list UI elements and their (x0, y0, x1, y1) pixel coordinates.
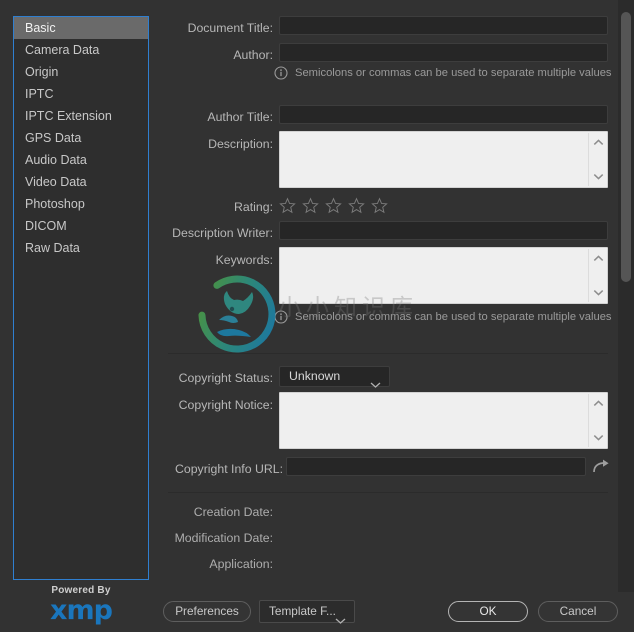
preferences-button[interactable]: Preferences (163, 601, 251, 622)
keywords-hint: Semicolons or commas can be used to sepa… (274, 310, 612, 324)
keywords-hint-text: Semicolons or commas can be used to sepa… (295, 311, 612, 323)
template-menu-label: Template F... (269, 604, 336, 618)
sidebar-item-raw-data[interactable]: Raw Data (14, 237, 148, 259)
template-menu-button[interactable]: Template F... (259, 600, 355, 624)
sidebar-item-photoshop[interactable]: Photoshop (14, 193, 148, 215)
main-scrollbar[interactable] (618, 0, 634, 592)
sidebar-item-label: Photoshop (25, 197, 85, 211)
sidebar-item-iptc-extension[interactable]: IPTC Extension (14, 105, 148, 127)
sidebar-item-label: GPS Data (25, 131, 82, 145)
author-hint: Semicolons or commas can be used to sepa… (274, 66, 612, 80)
cancel-button[interactable]: Cancel (538, 601, 618, 622)
description-scrollbar[interactable] (588, 133, 606, 186)
sidebar-item-label: Basic (25, 21, 56, 35)
dialog-button-bar: Preferences Template F... OK Cancel (155, 592, 634, 632)
sidebar-item-label: Camera Data (25, 43, 100, 57)
copyright-info-url-input[interactable] (286, 457, 586, 476)
sidebar-item-label: IPTC Extension (25, 109, 112, 123)
document-title-input[interactable] (279, 16, 608, 35)
section-divider (168, 492, 608, 493)
copyright-info-url-label: Copyright Info URL: (175, 462, 283, 476)
sidebar-item-label: Audio Data (25, 153, 87, 167)
author-title-label: Author Title: (207, 110, 273, 124)
star-icon[interactable] (279, 197, 296, 214)
author-title-input[interactable] (279, 105, 608, 124)
chevron-up-icon[interactable] (593, 139, 604, 146)
info-icon (274, 66, 288, 80)
category-sidebar[interactable]: Basic Camera Data Origin IPTC IPTC Exten… (13, 16, 149, 580)
form-fields: Document Title: Author: Semicolons or co… (155, 0, 617, 592)
ok-button[interactable]: OK (448, 601, 528, 622)
sidebar-item-dicom[interactable]: DICOM (14, 215, 148, 237)
metadata-form-panel: Document Title: Author: Semicolons or co… (155, 0, 634, 592)
chevron-down-icon[interactable] (335, 610, 346, 624)
sidebar-item-iptc[interactable]: IPTC (14, 83, 148, 105)
star-icon[interactable] (325, 197, 342, 214)
xmp-wordmark: xmp (50, 595, 113, 626)
author-input[interactable] (279, 43, 608, 62)
description-label: Description: (208, 137, 273, 151)
star-icon[interactable] (371, 197, 388, 214)
star-icon[interactable] (302, 197, 319, 214)
sidebar-item-label: Raw Data (25, 241, 80, 255)
chevron-down-icon[interactable] (370, 375, 381, 388)
application-label: Application: (209, 557, 273, 571)
sidebar-item-gps-data[interactable]: GPS Data (14, 127, 148, 149)
main-scrollbar-thumb[interactable] (621, 12, 631, 282)
copyright-notice-label: Copyright Notice: (178, 398, 273, 412)
chevron-up-icon[interactable] (593, 255, 604, 262)
copyright-status-label: Copyright Status: (178, 371, 273, 385)
author-hint-text: Semicolons or commas can be used to sepa… (295, 67, 612, 79)
description-writer-label: Description Writer: (172, 226, 273, 240)
copyright-status-select[interactable]: Unknown (279, 366, 390, 388)
chevron-down-icon[interactable] (593, 434, 604, 441)
sidebar-item-camera-data[interactable]: Camera Data (14, 39, 148, 61)
sidebar-item-label: IPTC (25, 87, 54, 101)
chevron-down-icon[interactable] (593, 173, 604, 180)
xmp-logo: Powered By xmp (13, 584, 149, 628)
modification-date-label: Modification Date: (174, 531, 273, 545)
keywords-textarea[interactable] (279, 247, 608, 304)
keywords-scrollbar[interactable] (588, 249, 606, 302)
description-textarea[interactable] (279, 131, 608, 188)
description-writer-input[interactable] (279, 221, 608, 240)
copyright-notice-textarea[interactable] (279, 392, 608, 449)
creation-date-label: Creation Date: (193, 505, 273, 519)
chevron-down-icon[interactable] (593, 289, 604, 296)
info-icon (274, 310, 288, 324)
chevron-up-icon[interactable] (593, 400, 604, 407)
rating-label: Rating: (234, 200, 273, 214)
metadata-dialog: Basic Camera Data Origin IPTC IPTC Exten… (0, 0, 634, 632)
copyright-status-value: Unknown (289, 369, 341, 383)
sidebar-item-label: Origin (25, 65, 59, 79)
rating-stars[interactable] (279, 197, 388, 214)
keywords-label: Keywords: (215, 253, 273, 267)
sidebar-item-origin[interactable]: Origin (14, 61, 148, 83)
star-icon[interactable] (348, 197, 365, 214)
sidebar-item-label: DICOM (25, 219, 67, 233)
sidebar-item-video-data[interactable]: Video Data (14, 171, 148, 193)
copyright-notice-scrollbar[interactable] (588, 394, 606, 447)
sidebar-item-label: Video Data (25, 175, 87, 189)
section-divider (168, 353, 608, 354)
go-to-url-icon[interactable] (592, 458, 610, 474)
document-title-label: Document Title: (187, 21, 273, 35)
sidebar-item-audio-data[interactable]: Audio Data (14, 149, 148, 171)
sidebar-item-basic[interactable]: Basic (14, 17, 148, 39)
author-label: Author: (233, 48, 273, 62)
